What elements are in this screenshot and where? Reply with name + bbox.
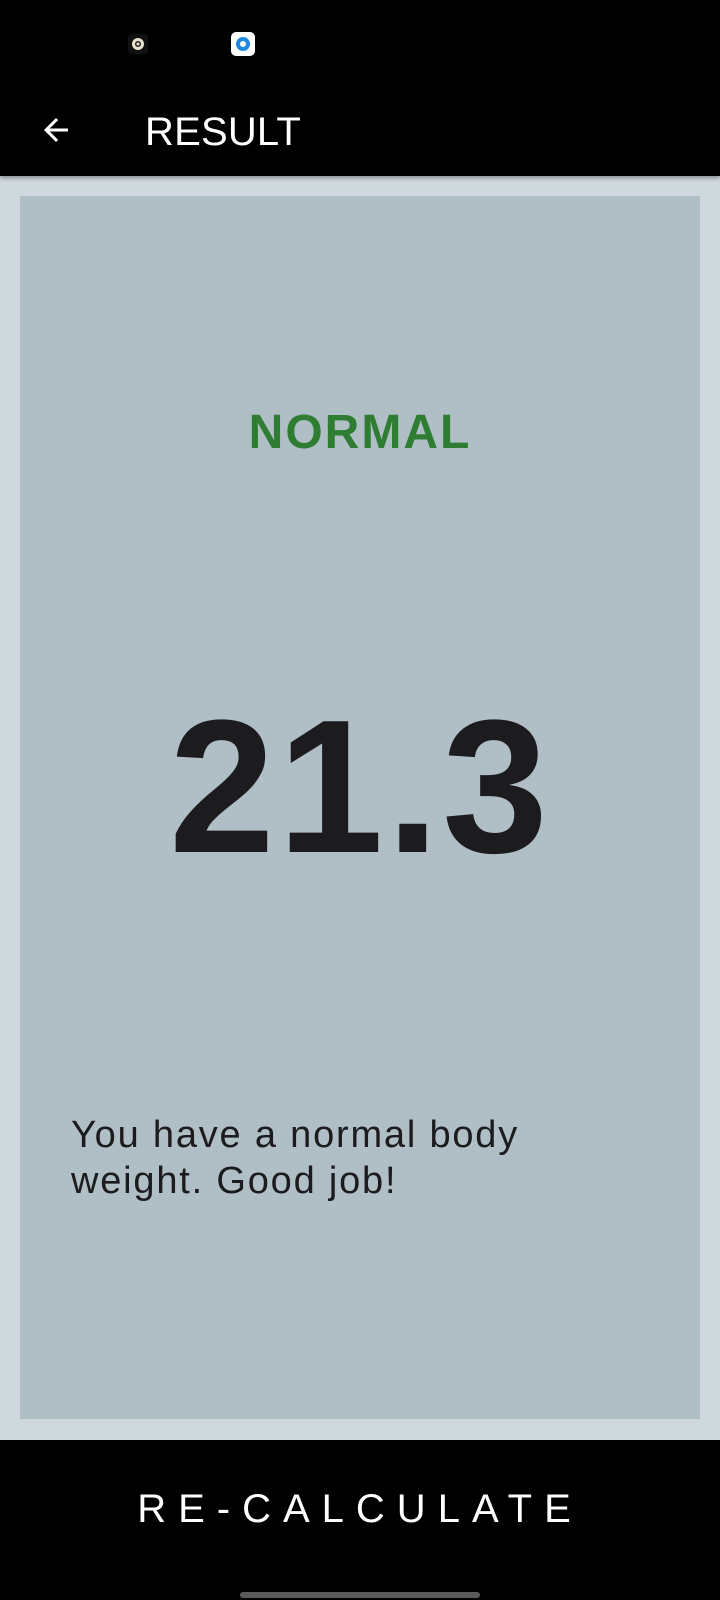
arrow-left-icon: [38, 112, 74, 153]
result-screen: RESULT NORMAL 21.3 You have a normal bod…: [0, 0, 720, 1600]
home-indicator[interactable]: [240, 1592, 480, 1598]
bmi-value: 21.3: [169, 681, 551, 893]
notification-app-icon: [126, 32, 150, 56]
notification-app-icon: [231, 32, 255, 56]
bmi-interpretation-text: You have a normal body weight. Good job!: [71, 1114, 520, 1202]
app-bar: RESULT: [0, 88, 720, 176]
bmi-category-label: NORMAL: [248, 406, 472, 459]
back-button[interactable]: [24, 104, 88, 160]
recalculate-button[interactable]: RE-CALCULATE: [0, 1440, 720, 1600]
status-bar: [0, 0, 720, 88]
page-title: RESULT: [145, 110, 302, 154]
